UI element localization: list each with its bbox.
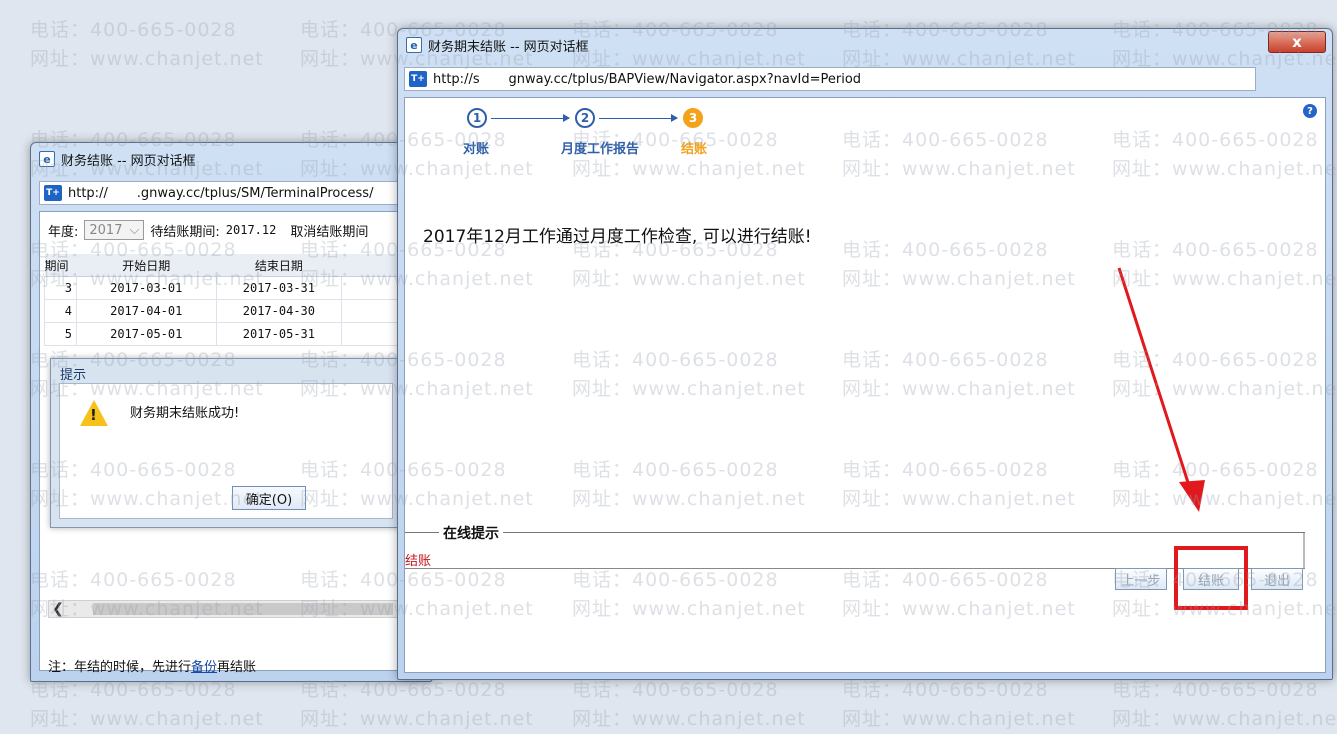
- period-cell: 3: [44, 276, 77, 300]
- watermark-line1: 电话：400-665-0028: [30, 19, 237, 41]
- address-text: http:// .gnway.cc/tplus/SM/TerminalProce…: [68, 185, 374, 201]
- year-select[interactable]: 2017 ⌵: [84, 220, 145, 240]
- warning-mark: !: [90, 406, 97, 424]
- period-cell: 5: [44, 322, 77, 346]
- column-header: 结束日期: [216, 254, 342, 277]
- watermark-text: 电话：400-665-0028 网址：www.chanjet.net: [1112, 676, 1337, 734]
- address-text: http://s gnway.cc/tplus/BAPView/Navigato…: [433, 71, 862, 87]
- watermark-line2: 网址：www.chanjet.net: [842, 708, 1076, 730]
- backup-link[interactable]: 备份: [191, 660, 217, 675]
- watermark-line2: 网址：www.chanjet.net: [30, 48, 264, 70]
- step-arrow-1: [491, 114, 570, 122]
- prev-step-button[interactable]: 上一步: [1115, 568, 1167, 590]
- window-title: 财务结账 -- 网页对话框: [61, 153, 196, 169]
- ok-button[interactable]: 确定(O): [232, 486, 306, 510]
- watermark-line1: 电话：400-665-0028: [1112, 679, 1319, 701]
- start-date-cell: 2017-04-01: [75, 299, 217, 323]
- horizontal-scrollbar[interactable]: ❮: [48, 600, 400, 618]
- chevron-down-icon: ⌵: [129, 222, 140, 238]
- divider: [405, 568, 1305, 569]
- period-end-close-window: e 财务期末结账 -- 网页对话框 x T+ http://s gnway.cc…: [397, 28, 1333, 680]
- note-prefix: 注：年结的时候，先进行: [48, 660, 192, 675]
- step-3-icon[interactable]: 3: [683, 108, 703, 128]
- note-suffix: 再结账: [217, 660, 257, 675]
- highlight-box: [1174, 546, 1248, 610]
- online-tip-label: 在线提示: [439, 523, 503, 543]
- watermark-text: 电话：400-665-0028 网址：www.chanjet.net: [300, 676, 534, 734]
- step-1-icon[interactable]: 1: [467, 108, 487, 128]
- success-alert-dialog: 提示 ! 财务期末结账成功! 确定(O): [50, 358, 402, 528]
- watermark-line2: 网址：www.chanjet.net: [572, 708, 806, 730]
- arrow-head: [1179, 480, 1205, 512]
- watermark-line1: 电话：400-665-0028: [572, 679, 779, 701]
- window-titlebar: e 财务结账 -- 网页对话框: [39, 149, 196, 169]
- cancel-period-label: 取消结账期间: [290, 224, 369, 240]
- window-titlebar: e 财务期末结账 -- 网页对话框: [406, 35, 589, 55]
- year-label: 年度:: [48, 224, 79, 240]
- period-cell: 4: [44, 299, 77, 323]
- window-content: 1 2 3 对账 月度工作报告 结账 ? 2017年12月工作通过月度工作检查,…: [404, 97, 1326, 673]
- watermark-text: 电话：400-665-0028 网址：www.chanjet.net: [30, 676, 264, 734]
- ie-icon: e: [39, 151, 55, 167]
- step-label-reconcile[interactable]: 对账: [463, 138, 489, 157]
- tplus-icon: T+: [409, 71, 427, 87]
- check-result-message: 2017年12月工作通过月度工作检查, 可以进行结账!: [423, 227, 812, 247]
- table-row[interactable]: 5 2017-05-01 2017-05-31: [44, 322, 418, 346]
- watermark-line2: 网址：www.chanjet.net: [1112, 708, 1337, 730]
- year-end-note: 注：年结的时候，先进行备份再结账: [48, 656, 256, 675]
- pending-period-label: 待结账期间:: [150, 224, 220, 240]
- watermark-text: 电话：400-665-0028 网址：www.chanjet.net: [842, 676, 1076, 734]
- step-label-close[interactable]: 结账: [681, 138, 707, 157]
- online-tip-border: [1303, 533, 1305, 569]
- periods-table: 期间 开始日期 结束日期 期 3 2017-03-01 2017-03-31 4…: [44, 254, 418, 346]
- watermark-text: 电话：400-665-0028 网址：www.chanjet.net: [30, 16, 264, 74]
- column-header: 期间: [44, 254, 77, 277]
- chevron-left-icon[interactable]: ❮: [49, 601, 67, 617]
- alert-title: 提示: [60, 368, 87, 383]
- end-date-cell: 2017-03-31: [215, 276, 343, 300]
- step-2-icon[interactable]: 2: [575, 108, 595, 128]
- exit-button[interactable]: 退出: [1251, 568, 1303, 590]
- watermark-line2: 网址：www.chanjet.net: [30, 708, 264, 730]
- arrow-shaft: [1117, 267, 1195, 499]
- online-tip-text: 结账: [405, 554, 432, 569]
- year-toolbar: 年度: 2017 ⌵ 待结账期间: 2017.12 取消结账期间: [48, 220, 368, 240]
- pending-period-value: 2017.12: [225, 223, 277, 237]
- scrollbar-thumb[interactable]: [93, 603, 393, 615]
- table-row[interactable]: 3 2017-03-01 2017-03-31: [44, 276, 418, 300]
- ie-icon: e: [406, 37, 422, 53]
- step-label-monthly-report[interactable]: 月度工作报告: [561, 138, 639, 157]
- alert-message: 财务期末结账成功!: [130, 406, 240, 421]
- year-value: 2017: [89, 222, 123, 238]
- tplus-icon: T+: [44, 185, 62, 201]
- column-header: 开始日期: [76, 254, 217, 277]
- start-date-cell: 2017-03-01: [75, 276, 217, 300]
- window-title: 财务期末结账 -- 网页对话框: [428, 39, 589, 55]
- alert-body: ! 财务期末结账成功! 确定(O): [59, 383, 393, 519]
- online-tip-section: 在线提示: [405, 523, 1305, 569]
- watermark-line2: 网址：www.chanjet.net: [300, 708, 534, 730]
- step-arrow-2: [599, 114, 678, 122]
- address-bar: T+ http://s gnway.cc/tplus/BAPView/Navig…: [404, 67, 1256, 91]
- watermark-line1: 电话：400-665-0028: [842, 679, 1049, 701]
- end-date-cell: 2017-05-31: [215, 322, 343, 346]
- table-row[interactable]: 4 2017-04-01 2017-04-30: [44, 299, 418, 323]
- address-bar: T+ http:// .gnway.cc/tplus/SM/TerminalPr…: [39, 181, 419, 205]
- help-icon[interactable]: ?: [1303, 104, 1317, 118]
- start-date-cell: 2017-05-01: [75, 322, 217, 346]
- end-date-cell: 2017-04-30: [215, 299, 343, 323]
- table-header-row: 期间 开始日期 结束日期 期: [44, 254, 418, 277]
- close-button[interactable]: x: [1268, 31, 1326, 53]
- watermark-text: 电话：400-665-0028 网址：www.chanjet.net: [572, 676, 806, 734]
- close-icon: x: [1292, 33, 1302, 51]
